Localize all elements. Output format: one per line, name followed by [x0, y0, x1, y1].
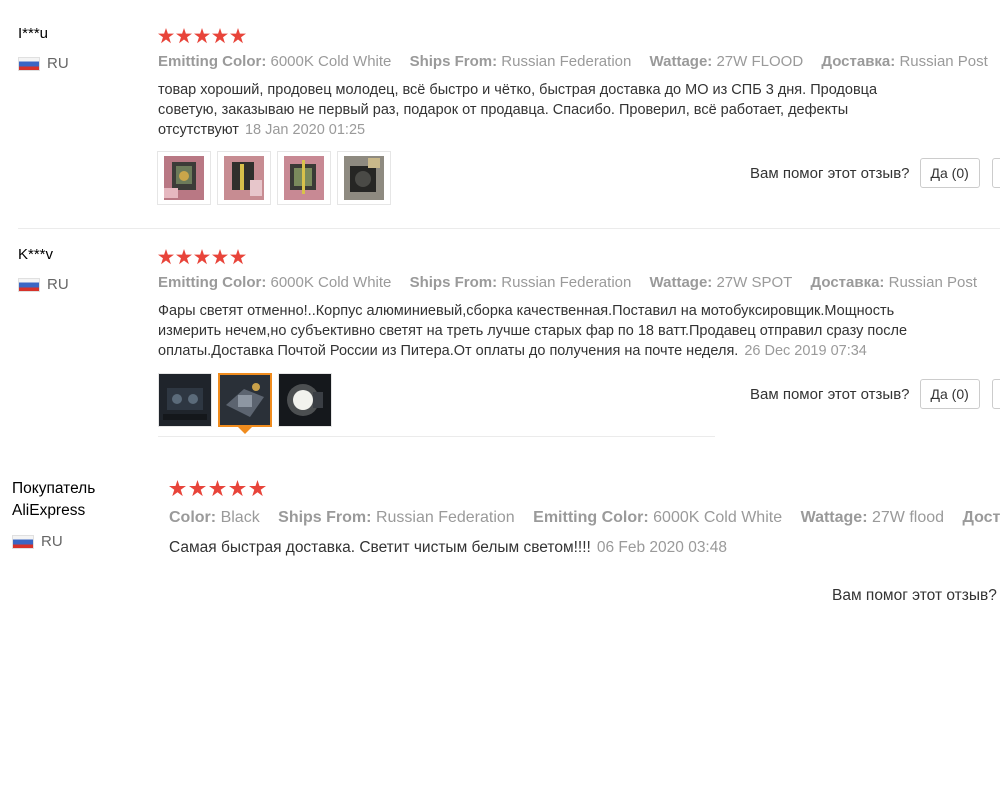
star-icon [230, 28, 246, 44]
helpful-vote: Вам помог этот отзыв? Да (0) [750, 158, 1000, 188]
spec-ships-from: Ships From: Russian Federation [278, 509, 515, 526]
review-text: Фары светят отменно!..Корпус алюминиевый… [158, 303, 908, 359]
helpful-vote: Вам помог этот отзыв? [832, 587, 1000, 605]
helpful-no-button[interactable] [991, 158, 1000, 188]
review-divider [18, 228, 1000, 229]
review-country: RU [12, 533, 63, 550]
country-code: RU [41, 533, 63, 550]
review-specs: Emitting Color: 6000K Cold White Ships F… [158, 274, 991, 291]
spec-wattage: Wattage: 27W SPOT [649, 274, 793, 291]
spec-ships-from: Ships From: Russian Federation [409, 53, 632, 70]
helpful-vote: Вам помог этот отзыв? Да (0) [750, 379, 1000, 409]
spec-delivery: Доставка: Russian Post [821, 53, 988, 70]
review-text: Самая быстрая доставка. Светит чистым бе… [169, 539, 727, 556]
star-icon [158, 28, 174, 44]
star-icon [189, 480, 206, 497]
star-icon [194, 28, 210, 44]
review-photo-thumbnail[interactable] [337, 151, 391, 205]
star-icon [249, 480, 266, 497]
star-icon [176, 249, 192, 265]
review-specs: Emitting Color: 6000K Cold White Ships F… [158, 53, 1000, 70]
review-photo-thumbnail[interactable] [157, 151, 211, 205]
review-country: RU [18, 276, 69, 293]
star-icon [209, 480, 226, 497]
country-code: RU [47, 55, 69, 72]
helpful-yes-button[interactable]: Да (0) [919, 379, 980, 409]
country-code: RU [47, 276, 69, 293]
star-rating [158, 249, 246, 265]
star-icon [158, 249, 174, 265]
spec-wattage: Wattage: 27W flood [800, 509, 945, 526]
russia-flag-icon [18, 56, 40, 71]
review-date: 06 Feb 2020 03:48 [596, 539, 727, 556]
russia-flag-icon [12, 534, 34, 549]
star-rating [158, 28, 246, 44]
star-icon [230, 249, 246, 265]
review-photo-thumbnail[interactable] [277, 151, 331, 205]
spec-emitting-color: Emitting Color: 6000K Cold White [158, 53, 392, 70]
review-photo-thumbnail[interactable] [158, 373, 212, 427]
review-photo-thumbnail-selected[interactable] [218, 373, 272, 434]
spec-emitting-color: Emitting Color: 6000K Cold White [533, 509, 783, 526]
star-icon [212, 249, 228, 265]
star-icon [169, 480, 186, 497]
spec-delivery: Доста [962, 509, 1000, 526]
spec-color: Color: Black [169, 509, 260, 526]
review-author: I***u [18, 25, 49, 42]
review-country: RU [18, 55, 69, 72]
review-date: 18 Jan 2020 01:25 [244, 122, 366, 138]
spec-ships-from: Ships From: Russian Federation [409, 274, 632, 291]
review-date: 26 Dec 2019 07:34 [744, 343, 867, 359]
star-rating [169, 480, 266, 497]
helpful-yes-button[interactable]: Да (0) [919, 158, 980, 188]
reviews-page: I***u RU Emitting Color: 6000K Cold Whit… [0, 0, 1000, 800]
star-icon [229, 480, 246, 497]
spec-wattage: Wattage: 27W FLOOD [649, 53, 804, 70]
review-text: товар хороший, продовец молодец, всё быс… [158, 82, 878, 138]
helpful-no-button[interactable] [991, 379, 1000, 409]
spec-emitting-color: Emitting Color: 6000K Cold White [158, 274, 392, 291]
review-photo-thumbnail[interactable] [278, 373, 332, 427]
review-photos [158, 373, 332, 434]
spec-delivery: Доставка: Russian Post [810, 274, 977, 291]
review-author: K***v [18, 246, 54, 263]
star-icon [212, 28, 228, 44]
review-photos [157, 151, 391, 205]
review-author: Покупатель AliExpress [12, 480, 96, 519]
photo-gallery-divider [158, 436, 715, 437]
review-photo-thumbnail[interactable] [217, 151, 271, 205]
helpful-question: Вам помог этот отзыв? [832, 587, 997, 604]
russia-flag-icon [18, 277, 40, 292]
star-icon [194, 249, 210, 265]
helpful-question: Вам помог этот отзыв? [750, 385, 910, 403]
helpful-question: Вам помог этот отзыв? [750, 164, 910, 182]
review-specs: Color: Black Ships From: Russian Federat… [169, 509, 1000, 527]
star-icon [176, 28, 192, 44]
